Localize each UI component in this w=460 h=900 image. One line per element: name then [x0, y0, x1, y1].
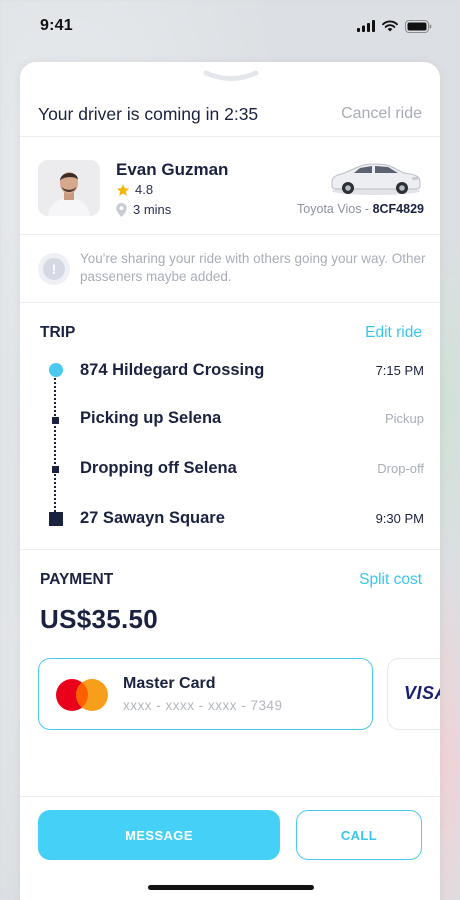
status-bar: 9:41	[0, 0, 460, 52]
star-icon	[116, 183, 130, 196]
payment-card-mastercard[interactable]: Master Card xxxx - xxxx - xxxx - 7349	[38, 658, 373, 730]
stop-marker-icon	[52, 417, 59, 424]
stop-time: 9:30 PM	[375, 511, 424, 526]
location-pin-icon	[116, 202, 127, 217]
driver-distance: 3 mins	[116, 202, 171, 217]
divider	[20, 302, 440, 303]
payment-card-visa[interactable]: VISA	[387, 658, 440, 730]
stop-time: 7:15 PM	[375, 363, 424, 378]
trip-section-title: TRIP	[40, 324, 76, 341]
car-image	[331, 163, 421, 195]
origin-marker-icon	[49, 363, 63, 377]
visa-logo-icon: VISA	[404, 683, 440, 703]
trip-timeline-line	[54, 378, 56, 524]
ride-details-sheet: Your driver is coming in 2:35 Cancel rid…	[20, 62, 440, 900]
fare-amount: US$35.50	[40, 604, 159, 634]
stop-label: Picking up Selena	[80, 409, 222, 427]
sheet-grabber-icon[interactable]	[203, 70, 259, 82]
edit-ride-link[interactable]: Edit ride	[365, 324, 422, 342]
ride-header: Your driver is coming in 2:35 Cancel rid…	[20, 92, 440, 136]
card-number: xxxx - xxxx - xxxx - 7349	[123, 698, 283, 713]
divider	[20, 136, 440, 137]
eta-value: 3 mins	[133, 202, 172, 217]
stop-type: Pickup	[384, 411, 424, 426]
driver-rating: 4.8	[116, 182, 153, 197]
car-model: Toyota Vios -	[297, 202, 373, 216]
mastercard-icon	[56, 679, 108, 711]
driver-info: Evan Guzman 4.8 3 mins Toyota Vios - 8CF…	[38, 160, 424, 218]
cancel-ride-link[interactable]: Cancel ride	[341, 105, 422, 123]
stop-label: 874 Hildegard Crossing	[80, 361, 265, 379]
destination-marker-icon	[49, 512, 63, 526]
cellular-signal-icon	[357, 20, 375, 32]
stop-label: Dropping off Selena	[80, 459, 237, 477]
rating-value: 4.8	[135, 182, 154, 197]
wifi-icon	[382, 20, 398, 32]
divider	[20, 234, 440, 235]
split-cost-link[interactable]: Split cost	[359, 571, 422, 589]
stop-type: Drop-off	[377, 461, 424, 476]
payment-section-title: PAYMENT	[40, 571, 114, 588]
trip-stop[interactable]: Picking up Selena Pickup	[80, 409, 424, 433]
home-indicator	[148, 885, 314, 890]
trip-stop[interactable]: 27 Sawayn Square 9:30 PM	[80, 509, 424, 533]
driver-avatar[interactable]	[38, 160, 100, 216]
notice-text: You're sharing your ride with others goi…	[80, 251, 426, 284]
vehicle-plate: Toyota Vios - 8CF4829	[297, 202, 424, 216]
plate-number: 8CF4829	[372, 202, 424, 216]
battery-icon	[405, 19, 432, 33]
status-icons	[357, 19, 432, 33]
divider	[20, 796, 440, 797]
stop-marker-icon	[52, 466, 59, 473]
shared-ride-notice: ! You're sharing your ride with others g…	[38, 250, 428, 290]
call-button[interactable]: CALL	[296, 810, 422, 860]
card-name: Master Card	[123, 675, 216, 692]
status-time: 9:41	[40, 17, 73, 34]
message-button[interactable]: MESSAGE	[38, 810, 280, 860]
info-icon: !	[38, 253, 70, 285]
stop-label: 27 Sawayn Square	[80, 509, 225, 527]
divider	[20, 549, 440, 550]
driver-name: Evan Guzman	[116, 160, 229, 179]
trip-stop[interactable]: Dropping off Selena Drop-off	[80, 459, 424, 483]
trip-stop[interactable]: 874 Hildegard Crossing 7:15 PM	[80, 361, 424, 385]
driver-eta-title: Your driver is coming in 2:35	[38, 103, 259, 124]
